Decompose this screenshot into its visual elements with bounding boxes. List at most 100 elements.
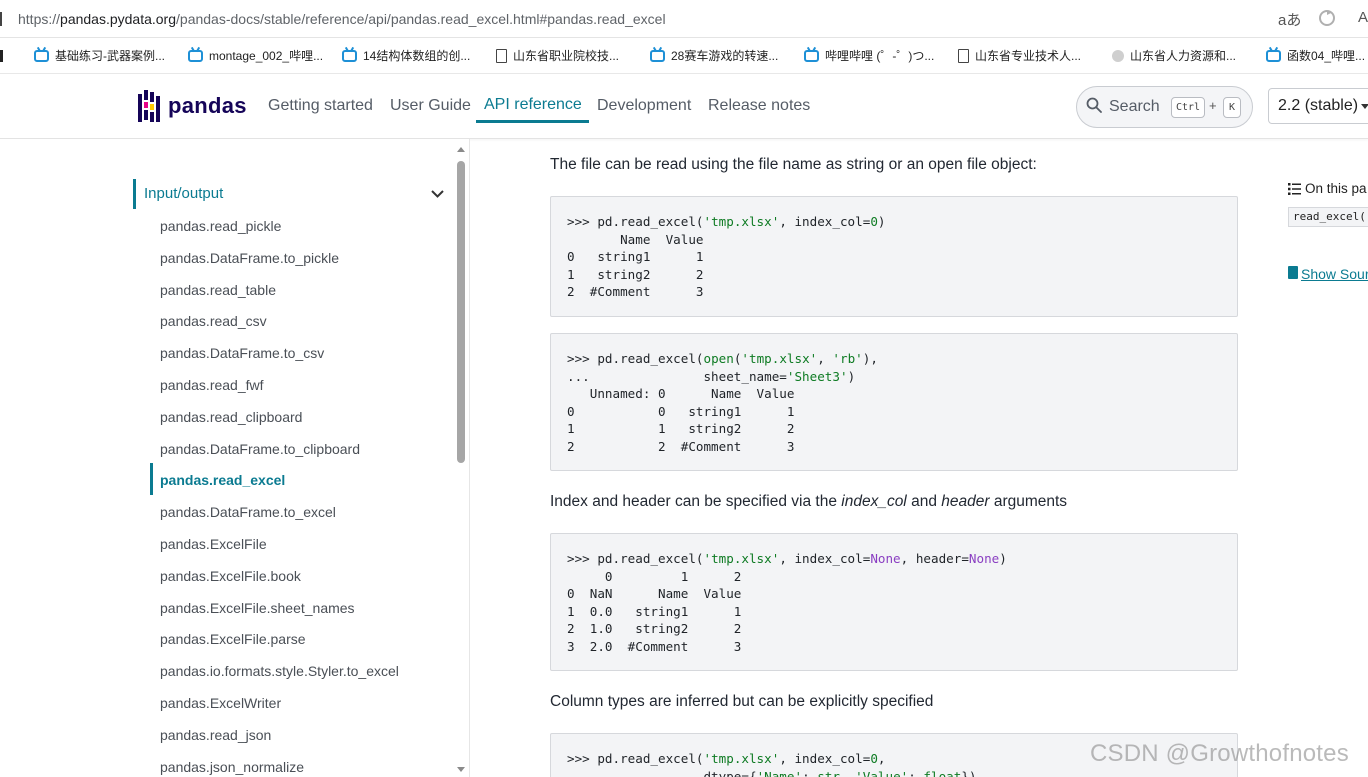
paragraph-column-types: Column types are inferred but can be exp…: [550, 693, 934, 710]
sidebar-item[interactable]: pandas.read_excel: [160, 472, 285, 488]
bookmark-item[interactable]: 山东省职业院校技...: [496, 47, 619, 64]
bookmark-item[interactable]: 哔哩哔哩 (゜-゜)つ...: [804, 47, 934, 64]
active-nav-underline: [476, 120, 589, 123]
sidebar-item[interactable]: pandas.DataFrame.to_excel: [160, 504, 336, 520]
code-line: 0 NaN Name Value: [567, 586, 742, 602]
bookmark-item[interactable]: 函数04_哔哩...: [1266, 47, 1365, 64]
sidebar-item[interactable]: pandas.json_normalize: [160, 759, 304, 775]
search-icon: [1086, 97, 1102, 113]
sidebar-scroll-thumb[interactable]: [457, 161, 465, 463]
logo-text: pandas: [168, 93, 247, 118]
nav-user-guide[interactable]: User Guide: [390, 97, 471, 115]
code-line: >>> pd.read_excel('tmp.xlsx', index_col=…: [567, 214, 886, 229]
url-path: /pandas-docs/stable/reference/api/pandas…: [176, 11, 666, 27]
bookmarks-edge: [0, 50, 3, 62]
pandas-logo[interactable]: pandas: [138, 90, 247, 122]
bilibili-icon: [342, 49, 357, 62]
globe-icon: [1112, 49, 1124, 62]
sidebar-item[interactable]: pandas.DataFrame.to_csv: [160, 345, 324, 361]
nav-api-reference[interactable]: API reference: [484, 96, 582, 114]
code-line: 2 #Comment 3: [567, 284, 704, 300]
bilibili-icon: [188, 49, 203, 62]
sidebar-item[interactable]: pandas.ExcelFile.parse: [160, 631, 306, 647]
file-icon: [1288, 266, 1298, 279]
code-line: 0 0 string1 1: [567, 403, 795, 419]
bilibili-icon: [1266, 49, 1281, 62]
browser-address-bar: https://pandas.pydata.org/pandas-docs/st…: [0, 0, 1368, 38]
paragraph-file-read: The file can be read using the file name…: [550, 156, 1037, 173]
code-line: >>> pd.read_excel('tmp.xlsx', index_col=…: [567, 551, 1007, 566]
code-block-1: >>> pd.read_excel('tmp.xlsx', index_col=…: [550, 196, 1238, 317]
bookmark-item[interactable]: 28赛车游戏的转速...: [650, 47, 778, 64]
bookmark-label: 28赛车游戏的转速...: [671, 49, 779, 63]
paragraph-index-header: Index and header can be specified via th…: [550, 493, 1068, 510]
bookmarks-bar: 基础练习-武器案例... montage_002_哔哩... 14结构体数组的创..…: [0, 38, 1368, 74]
active-item-indicator: [150, 463, 153, 495]
bookmark-label: 山东省职业院校技...: [513, 49, 620, 63]
bookmark-item[interactable]: montage_002_哔哩...: [188, 47, 323, 64]
left-sidebar: Input/output pandas.read_pickle pandas.Da…: [0, 139, 470, 777]
sidebar-item[interactable]: pandas.read_csv: [160, 313, 267, 329]
document-icon: [496, 48, 507, 63]
sidebar-item[interactable]: pandas.io.formats.style.Styler.to_excel: [160, 663, 399, 679]
bookmark-label: 基础练习-武器案例...: [55, 49, 165, 63]
nav-release-notes[interactable]: Release notes: [708, 97, 810, 115]
show-source-link[interactable]: Show Sour: [1301, 266, 1368, 282]
sidebar-item[interactable]: pandas.read_fwf: [160, 377, 264, 393]
code-line: 2 2 #Comment 3: [567, 439, 795, 454]
chevron-down-icon[interactable]: [431, 187, 444, 200]
pandas-logo-icon: [138, 90, 160, 122]
nav-development[interactable]: Development: [597, 97, 691, 115]
code-line: >>> pd.read_excel('tmp.xlsx', index_col=…: [567, 751, 886, 766]
bookmark-label: montage_002_哔哩...: [209, 49, 324, 63]
url-field[interactable]: https://pandas.pydata.org/pandas-docs/st…: [18, 11, 666, 27]
code-line: Unnamed: 0 Name Value: [567, 386, 795, 402]
sidebar-item[interactable]: pandas.ExcelFile: [160, 536, 267, 552]
version-label: 2.2 (stable): [1278, 97, 1359, 114]
code-block-2: >>> pd.read_excel(open('tmp.xlsx', 'rb')…: [550, 333, 1238, 471]
bookmark-item[interactable]: 基础练习-武器案例...: [34, 47, 165, 64]
sidebar-item[interactable]: pandas.DataFrame.to_clipboard: [160, 441, 360, 457]
code-line: Name Value: [567, 231, 704, 247]
code-line: ... dtype={'Name': str, 'Value': float}): [567, 768, 977, 777]
sidebar-item[interactable]: pandas.ExcelWriter: [160, 695, 281, 711]
document-icon: [958, 48, 969, 63]
code-line: 0 1 2: [567, 568, 742, 584]
caret-down-icon: [1361, 104, 1368, 109]
code-block-3: >>> pd.read_excel('tmp.xlsx', index_col=…: [550, 533, 1238, 671]
read-aloud-icon[interactable]: aあ: [1278, 9, 1301, 30]
sidebar-item[interactable]: pandas.read_json: [160, 727, 271, 743]
code-line: 2 1.0 string2 2: [567, 621, 742, 637]
bookmark-label: 哔哩哔哩 (゜-゜)つ...: [825, 49, 935, 63]
code-line: 1 1 string2 2: [567, 421, 795, 437]
url-host: pandas.pydata.org: [60, 11, 177, 27]
sidebar-section-input-output[interactable]: Input/output: [144, 185, 223, 202]
code-line: 0 string1 1: [567, 249, 704, 265]
version-switcher[interactable]: 2.2 (stable): [1268, 88, 1368, 124]
bookmark-item[interactable]: 山东省人力资源和...: [1112, 47, 1236, 64]
list-icon: [1288, 183, 1301, 195]
bookmark-item[interactable]: 山东省专业技术人...: [958, 47, 1081, 64]
toc-link-read-excel[interactable]: read_excel(: [1288, 207, 1368, 227]
bilibili-icon: [650, 49, 665, 62]
search-button[interactable]: Search Ctrl + K: [1076, 86, 1253, 128]
refresh-icon[interactable]: [1318, 9, 1336, 31]
scroll-up-arrow-icon[interactable]: [457, 147, 465, 152]
bilibili-icon: [34, 49, 49, 62]
watermark: CSDN @Growthofnotes: [1090, 740, 1349, 767]
sidebar-item[interactable]: pandas.ExcelFile.book: [160, 568, 301, 584]
sidebar-item[interactable]: pandas.ExcelFile.sheet_names: [160, 600, 355, 616]
sidebar-item[interactable]: pandas.read_pickle: [160, 218, 281, 234]
sidebar-item[interactable]: pandas.read_clipboard: [160, 409, 302, 425]
scroll-down-arrow-icon[interactable]: [457, 767, 465, 772]
nav-getting-started[interactable]: Getting started: [268, 97, 373, 115]
search-label: Search: [1109, 98, 1160, 115]
kbd-ctrl: Ctrl: [1171, 97, 1205, 118]
font-size-icon[interactable]: A: [1358, 9, 1368, 26]
sidebar-item[interactable]: pandas.DataFrame.to_pickle: [160, 250, 339, 266]
kbd-k: K: [1223, 97, 1241, 118]
bookmark-item[interactable]: 14结构体数组的创...: [342, 47, 470, 64]
sidebar-item[interactable]: pandas.read_table: [160, 282, 276, 298]
code-line: 1 0.0 string1 1: [567, 603, 742, 619]
bookmark-label: 函数04_哔哩...: [1287, 49, 1366, 63]
